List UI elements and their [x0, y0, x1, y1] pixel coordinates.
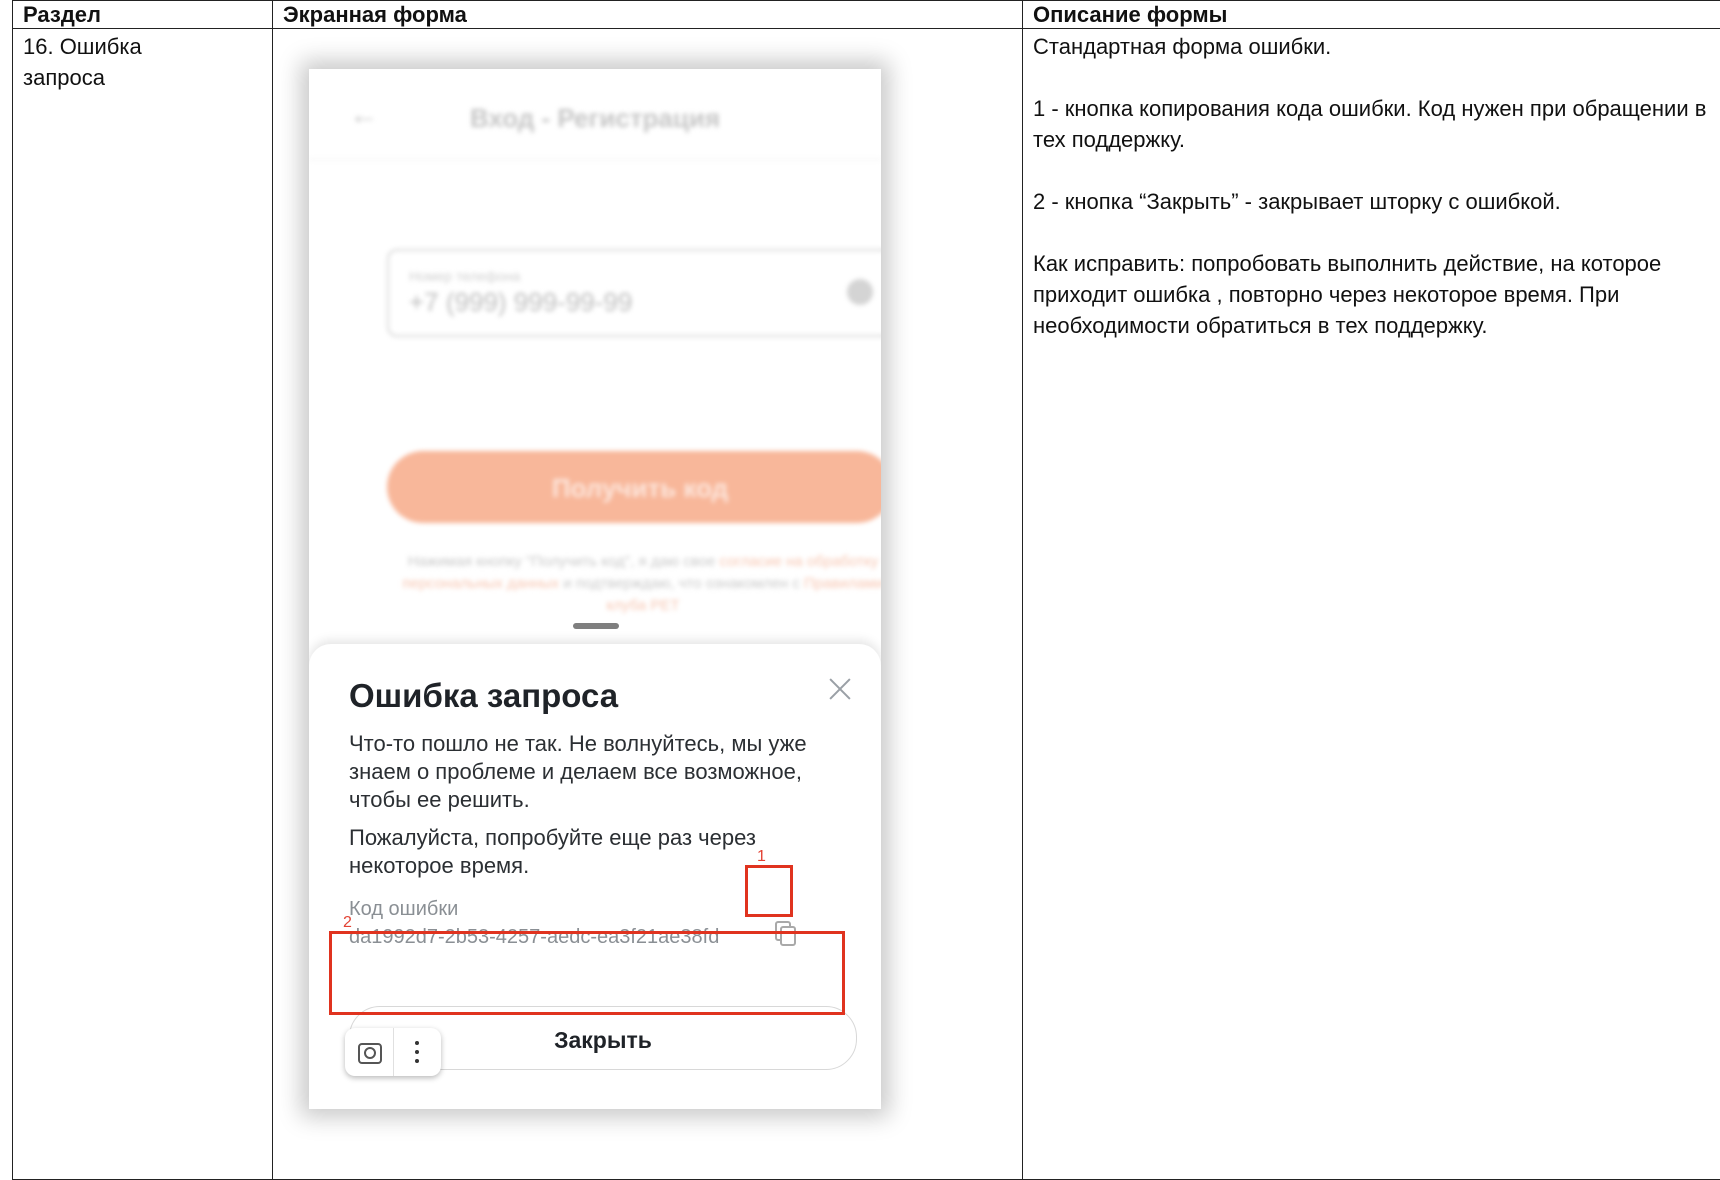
screen-mockup: ← Вход - Регистрация Номер телефона +7 (…: [273, 29, 873, 1139]
content-row: 16. Ошибка запроса ← Вход - Регистрация …: [13, 29, 1720, 1180]
sheet-title: Ошибка запроса: [349, 680, 618, 711]
phone-input[interactable]: Номер телефона +7 (999) 999-99-99: [387, 249, 881, 337]
dot: [415, 1059, 419, 1063]
description-item-1: 1 - кнопка копирования кода ошибки. Код …: [1033, 93, 1714, 155]
document-table: Раздел Экранная форма Описание формы 16.…: [12, 0, 1720, 1180]
terms-text: Нажимая кнопку "Получить код", я даю сво…: [383, 551, 881, 617]
get-code-button[interactable]: Получить код: [387, 451, 881, 523]
more-vertical-icon[interactable]: [393, 1028, 441, 1076]
clear-icon[interactable]: [847, 279, 873, 305]
error-code-label: Код ошибки: [349, 894, 458, 925]
dot: [415, 1050, 419, 1054]
floating-toolbar: [345, 1028, 441, 1076]
close-icon[interactable]: [825, 674, 855, 704]
camera-lens: [364, 1047, 376, 1059]
annotation-box-close: [329, 931, 845, 1015]
camera-icon[interactable]: [345, 1028, 394, 1076]
get-code-label: Получить код: [387, 473, 881, 504]
header-screen: Экранная форма: [273, 1, 1023, 29]
header-section: Раздел: [13, 1, 273, 29]
description-cell: Стандартная форма ошибки. 1 - кнопка коп…: [1023, 29, 1720, 1180]
screen-cell: ← Вход - Регистрация Номер телефона +7 (…: [273, 29, 1023, 1180]
dot: [415, 1041, 419, 1045]
annotation-box-copy: [745, 865, 793, 917]
header-row: Раздел Экранная форма Описание формы: [13, 1, 1720, 29]
phone-input-value: +7 (999) 999-99-99: [409, 287, 632, 318]
description-item-2: 2 - кнопка “Закрыть” - закрывает шторку …: [1033, 186, 1714, 217]
section-name: 16. Ошибка запроса: [23, 31, 203, 93]
description-fix: Как исправить: попробовать выполнить дей…: [1033, 248, 1714, 341]
terms-text-part2: и подтверждаю, что ознакомлен с: [563, 575, 800, 592]
app-header: ← Вход - Регистрация: [309, 69, 881, 160]
error-message: Что-то пошло не так. Не волнуйтесь, мы у…: [349, 730, 849, 814]
header-title: Вход - Регистрация: [309, 103, 881, 134]
description-standard: Стандартная форма ошибки.: [1033, 31, 1714, 62]
error-bottom-sheet: Ошибка запроса Что-то пошло не так. Не в…: [309, 644, 881, 1109]
section-cell: 16. Ошибка запроса: [13, 29, 273, 1180]
sheet-grab-handle[interactable]: [573, 623, 619, 629]
terms-text-part1: Нажимая кнопку "Получить код", я даю сво…: [408, 553, 716, 570]
header-description: Описание формы: [1023, 1, 1720, 29]
